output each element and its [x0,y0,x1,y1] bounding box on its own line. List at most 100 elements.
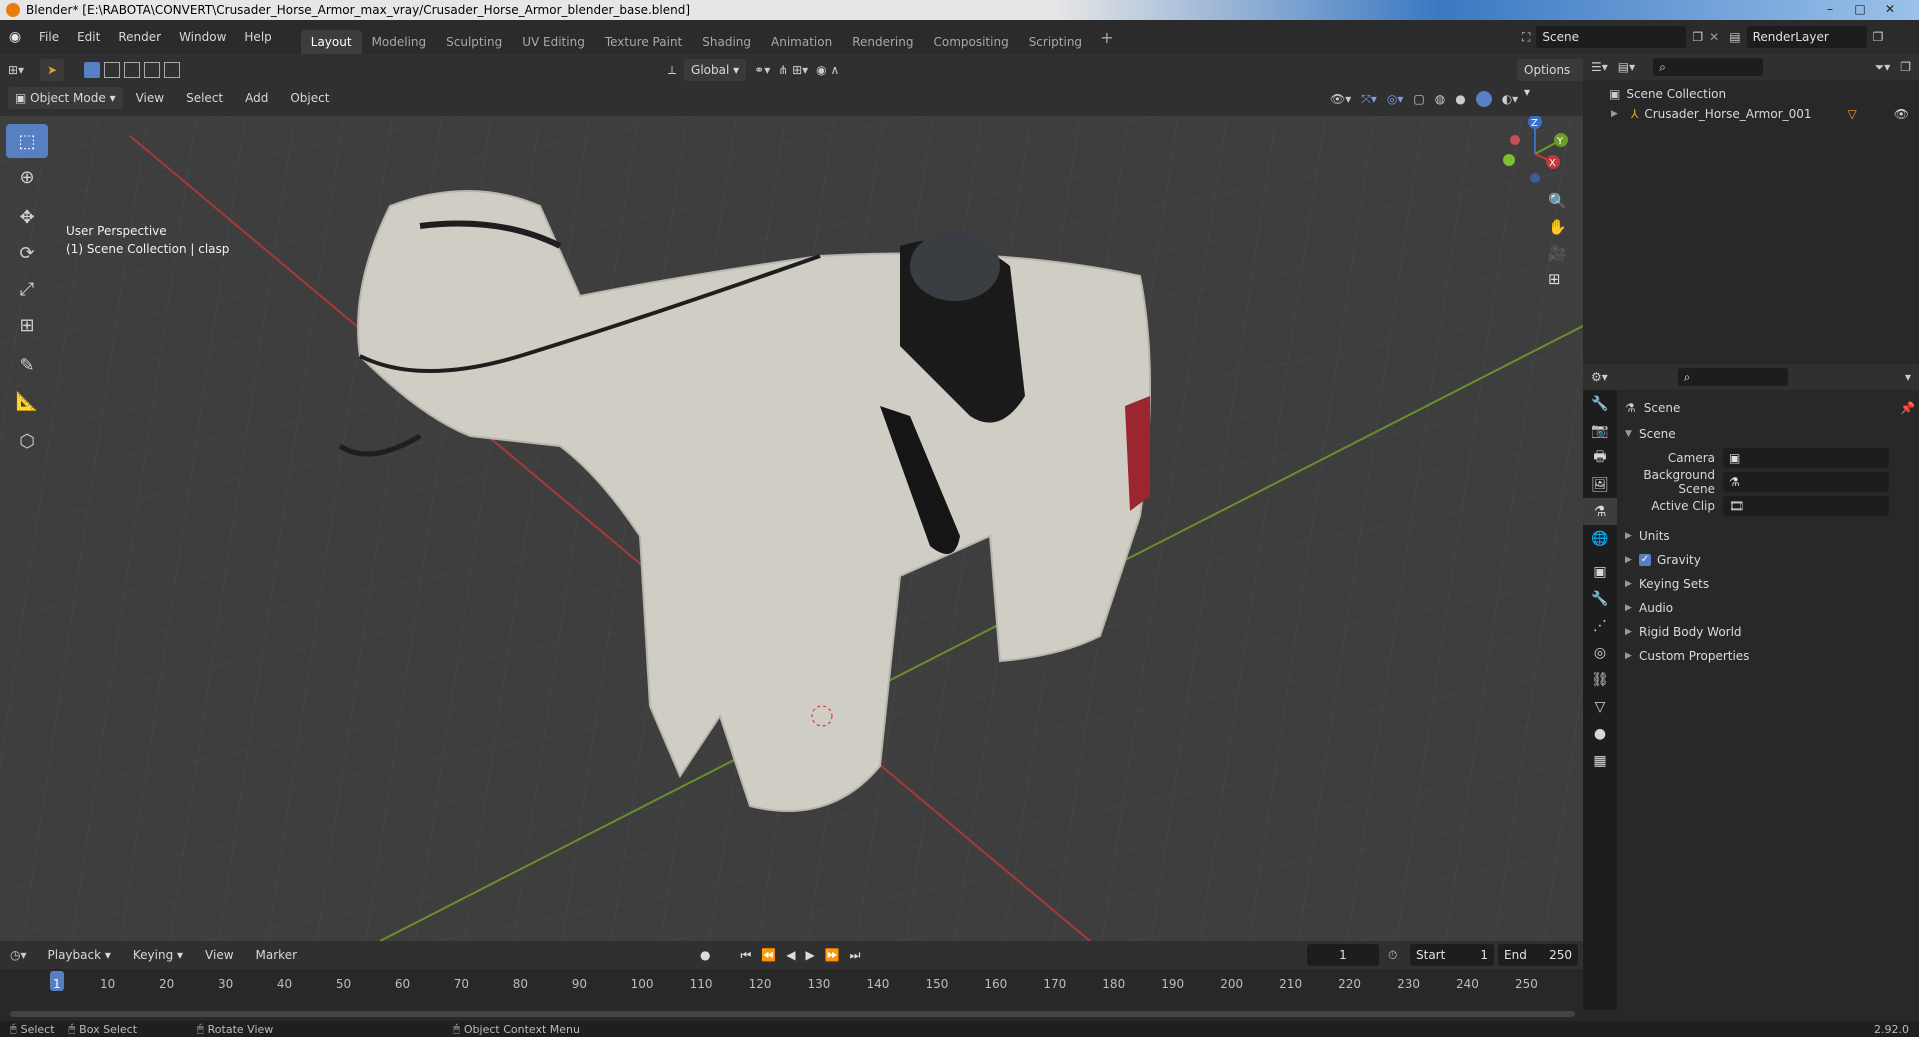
maximize-button[interactable]: □ [1846,0,1874,18]
select-tool-icon[interactable]: ➤ [40,59,65,81]
transform-tool-icon[interactable]: ⊞ [6,308,48,342]
workspace-tab-sculpting[interactable]: Sculpting [436,30,512,54]
workspace-tab-shading[interactable]: Shading [692,30,761,54]
object-tab-icon[interactable]: ▣ [1583,558,1617,585]
close-button[interactable]: ✕ [1876,0,1904,18]
scene-selector[interactable]: Scene [1536,26,1687,48]
rendered-shading-icon[interactable]: ◐▾ [1502,92,1519,106]
physics-tab-icon[interactable]: ◎ [1583,639,1617,666]
blender-menu-icon[interactable]: ◉ [0,29,30,45]
annotate-tool-icon[interactable]: ✎ [6,348,48,382]
viewport-menu-add[interactable]: Add [236,86,277,110]
add-workspace-button[interactable]: + [1100,28,1113,47]
outliner-editor-icon[interactable]: ☰▾ [1591,60,1608,74]
new-collection-icon[interactable]: ❐ [1900,60,1911,74]
menu-help[interactable]: Help [235,20,280,54]
workspace-tab-layout[interactable]: Layout [300,30,362,54]
gravity-checkbox[interactable]: ✓ [1639,554,1651,566]
properties-editor-icon[interactable]: ⚙▾ [1591,370,1608,384]
menu-window[interactable]: Window [170,20,235,54]
select-box-tool-icon[interactable]: ⬚ [6,124,48,158]
new-scene-icon[interactable]: ❐ [1692,30,1703,44]
new-layer-icon[interactable]: ❐ [1873,30,1884,44]
section-units[interactable]: ▶ Units [1625,524,1915,548]
pan-hand-icon[interactable]: ✋ [1548,218,1567,236]
outliner-item[interactable]: ▶ ⅄ Crusader_Horse_Armor_001 ▽ 👁 [1583,104,1919,124]
section-audio[interactable]: ▶ Audio [1625,596,1915,620]
snap-icon[interactable]: ⋔ ⊞▾ [778,63,808,77]
camera-view-icon[interactable]: 🎥 [1548,244,1567,262]
scene-panel-header[interactable]: ▼ Scene [1625,422,1915,446]
3d-viewport[interactable]: ⬚ ⊕ ✥ ⟳ ⤢ ⊞ ✎ 📐 ⬡ User Perspective (1) S… [0,116,1583,941]
pivot-icon[interactable]: ⚭▾ [754,63,770,77]
options-dropdown[interactable]: Options ▾ [1517,59,1583,99]
material-tab-icon[interactable]: ● [1583,720,1617,747]
camera-field[interactable]: ▣ [1723,448,1889,468]
section-rigid-body-world[interactable]: ▶ Rigid Body World [1625,620,1915,644]
modifier-tab-icon[interactable]: 🔧 [1583,585,1617,612]
texture-tab-icon[interactable]: ▦ [1583,747,1617,774]
workspace-tab-scripting[interactable]: Scripting [1019,30,1092,54]
outliner-scene-collection[interactable]: ▣ Scene Collection [1583,84,1919,104]
expand-icon[interactable]: ▶ [1611,109,1625,119]
material-shading-icon[interactable] [1475,91,1492,107]
world-tab-icon[interactable]: 🌐 [1583,525,1617,552]
workspace-tab-modeling[interactable]: Modeling [362,30,437,54]
outliner-search-input[interactable]: ⌕ [1653,58,1764,76]
workspace-tab-animation[interactable]: Animation [761,30,842,54]
minimize-button[interactable]: – [1816,0,1844,18]
active-clip-field[interactable]: 🎞 [1723,496,1889,516]
scale-tool-icon[interactable]: ⤢ [6,272,48,306]
menu-render[interactable]: Render [109,20,170,54]
render-tab-icon[interactable]: 📷 [1583,417,1617,444]
viewport-menu-object[interactable]: Object [281,86,338,110]
frame-ruler[interactable]: 1 10 20 30 40 50 60 70 80 90 100 110 120 130 140 150 160… [0,941,1583,1021]
viewport-menu-select[interactable]: Select [177,86,232,110]
viewport-menu-view[interactable]: View [127,86,173,110]
visibility-icon[interactable]: 👁▾ [1330,92,1351,106]
remove-scene-icon[interactable]: ✕ [1709,30,1719,44]
background-scene-field[interactable]: ⚗ [1723,472,1889,492]
rotate-tool-icon[interactable]: ⟳ [6,236,48,270]
display-mode-icon[interactable]: ▤▾ [1618,60,1635,74]
visibility-eye-icon[interactable]: 👁 [1894,107,1909,121]
add-cube-tool-icon[interactable]: ⬡ [6,424,48,458]
object-mode-dropdown[interactable]: ▣ Object Mode ▾ [8,87,123,109]
properties-search-input[interactable]: ⌕ [1677,368,1788,386]
overlay-toggle-icon[interactable]: ◎▾ [1387,92,1404,106]
workspace-tab-rendering[interactable]: Rendering [842,30,923,54]
menu-file[interactable]: File [30,20,68,54]
move-tool-icon[interactable]: ✥ [6,200,48,234]
wireframe-shading-icon[interactable]: ◍ [1435,92,1445,106]
zoom-icon[interactable]: 🔍 [1548,192,1567,210]
particles-tab-icon[interactable]: ⋰ [1583,612,1617,639]
timeline-scrollbar[interactable] [10,1011,1575,1017]
orientation-dropdown[interactable]: Global ▾ [684,59,747,81]
workspace-tab-texture-paint[interactable]: Texture Paint [595,30,692,54]
solid-shading-icon[interactable]: ● [1455,92,1465,106]
view-layer-tab-icon[interactable]: 🖼 [1583,471,1617,498]
tool-tab-icon[interactable]: 🔧 [1583,390,1617,417]
measure-tool-icon[interactable]: 📐 [6,384,48,418]
selection-mode-icons[interactable] [84,62,181,78]
cursor-tool-icon[interactable]: ⊕ [6,160,48,194]
ortho-grid-icon[interactable]: ⊞ [1548,270,1567,288]
constraints-tab-icon[interactable]: ⛓ [1583,666,1617,693]
properties-options-icon[interactable]: ▾ [1905,370,1911,384]
gizmo-toggle-icon[interactable]: ⤧▾ [1361,92,1377,107]
section-custom-properties[interactable]: ▶ Custom Properties [1625,644,1915,668]
data-tab-icon[interactable]: ▽ [1583,693,1617,720]
section-keying-sets[interactable]: ▶ Keying Sets [1625,572,1915,596]
workspace-tab-uv-editing[interactable]: UV Editing [512,30,595,54]
output-tab-icon[interactable]: 🖶 [1583,444,1617,471]
scene-tab-icon[interactable]: ⚗ [1583,498,1617,525]
filter-icon[interactable]: ⏷▾ [1875,60,1891,75]
workspace-tab-compositing[interactable]: Compositing [923,30,1018,54]
xray-icon[interactable]: ▢ [1413,92,1424,106]
proportional-edit-icon[interactable]: ◉ ∧ [816,63,839,77]
navigation-gizmo[interactable]: Z Y X [1495,116,1575,191]
render-layer-selector[interactable]: RenderLayer [1746,26,1867,48]
section-gravity[interactable]: ▶ ✓ Gravity [1625,548,1915,572]
editor-type-icon[interactable]: ⊞▾ [8,63,24,77]
menu-edit[interactable]: Edit [68,20,109,54]
